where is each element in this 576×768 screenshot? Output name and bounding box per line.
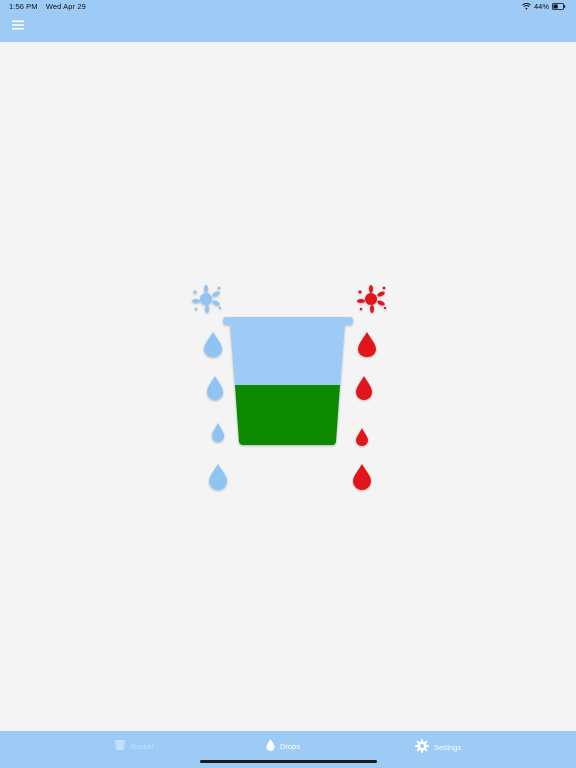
drop-icon [266, 739, 275, 753]
battery-percent: 44% [533, 2, 549, 11]
menu-button[interactable] [12, 20, 24, 32]
status-bar-right: 44% [522, 2, 566, 11]
home-indicator [200, 760, 377, 763]
blue-drops [204, 332, 227, 490]
hamburger-menu-icon [12, 17, 24, 35]
drop-icon [204, 332, 222, 357]
drop-icon [209, 464, 227, 490]
cup [223, 317, 353, 445]
cup-liquid [235, 385, 340, 445]
status-bar-left: 1:56 PM Wed Apr 29 [9, 2, 92, 11]
drop-icon [356, 376, 372, 400]
drop-icon [207, 376, 223, 400]
top-bar: 1:56 PM Wed Apr 29 44% [0, 0, 576, 42]
bucket-icon [114, 739, 126, 753]
gear-icon [415, 739, 429, 755]
tab-bucket[interactable]: Bucket [114, 739, 154, 753]
drop-icon [358, 332, 376, 357]
battery-icon [552, 3, 566, 10]
drop-icon [356, 428, 368, 446]
drop-icon [212, 423, 224, 442]
cup-illustration [185, 280, 395, 500]
red-drops [353, 332, 376, 490]
wifi-icon [522, 3, 531, 10]
red-splash-icon [357, 285, 387, 313]
status-time: 1:56 PM [9, 2, 38, 11]
tab-settings-label: Settings [434, 742, 462, 752]
tab-bucket-label: Bucket [131, 741, 154, 751]
blue-splash-icon [192, 285, 222, 313]
tab-drops-label: Drops [280, 741, 301, 751]
drop-icon [353, 464, 371, 490]
tab-settings[interactable]: Settings [415, 739, 461, 755]
status-date: Wed Apr 29 [45, 2, 86, 11]
tab-drops[interactable]: Drops [266, 739, 300, 753]
